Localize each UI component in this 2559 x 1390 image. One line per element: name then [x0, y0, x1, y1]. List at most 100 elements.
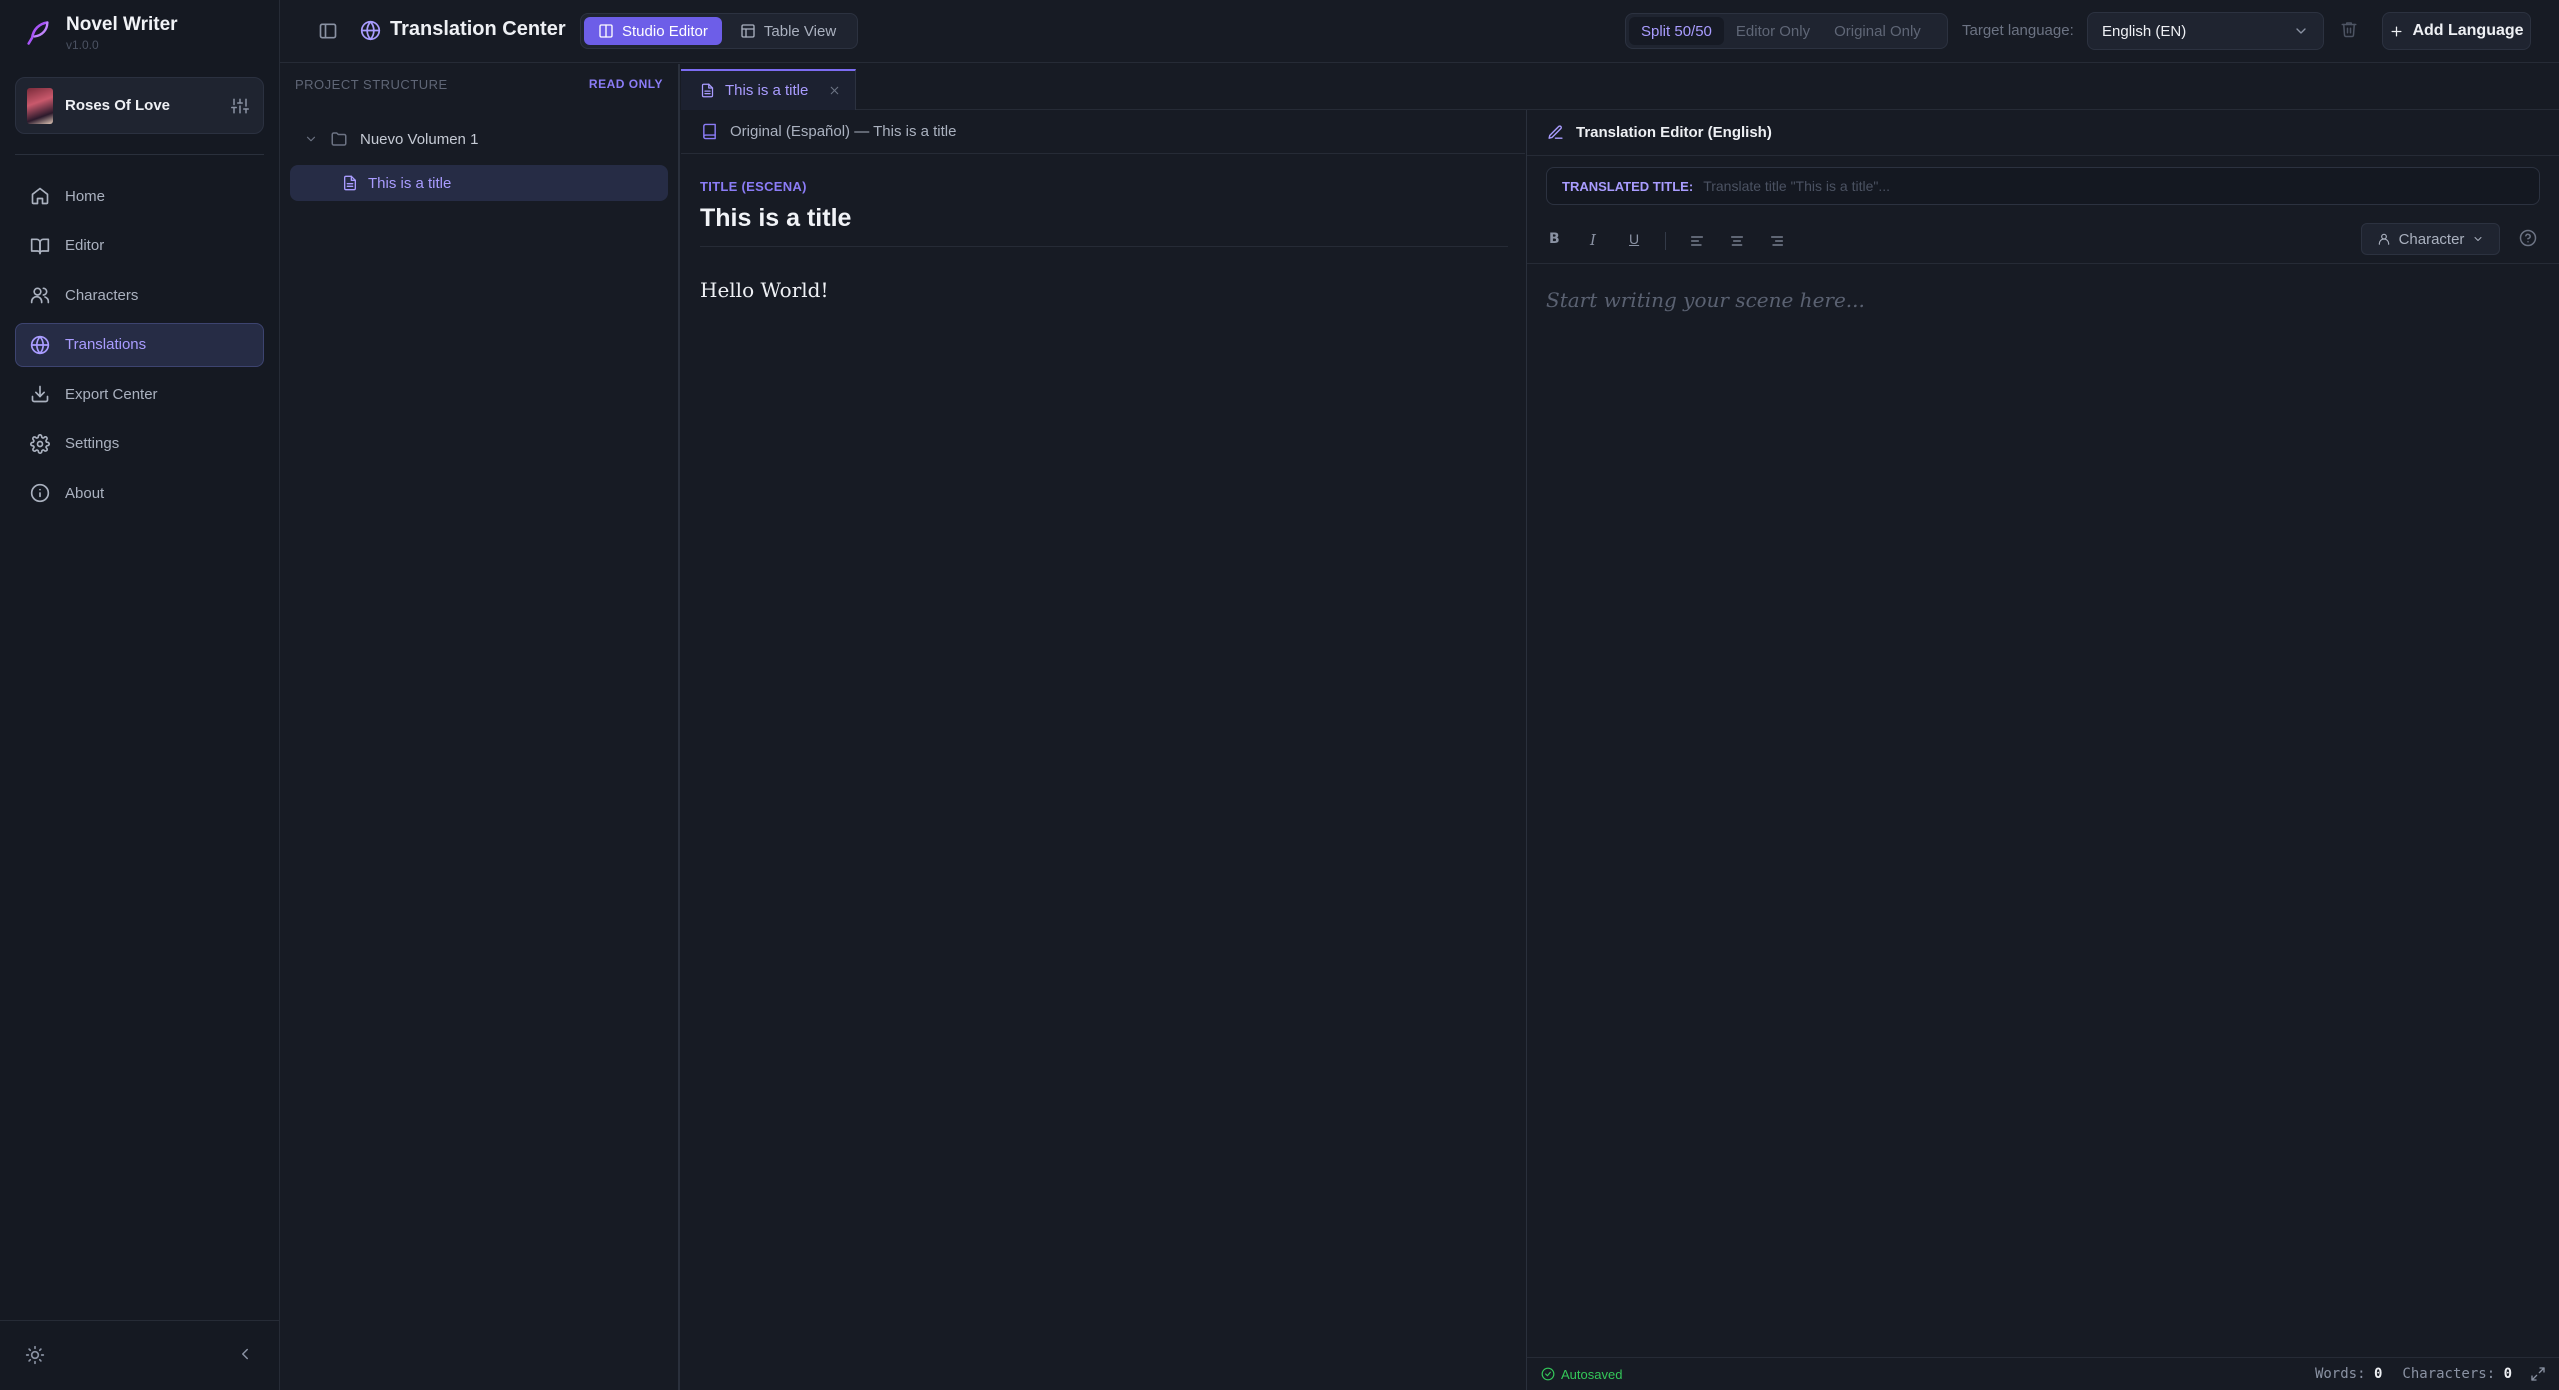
users-icon	[30, 285, 50, 305]
target-language-value: English (EN)	[2102, 22, 2187, 40]
plus-icon	[2389, 24, 2404, 39]
sidebar-item-home[interactable]: Home	[15, 174, 264, 218]
open-file-tab-label: This is a title	[725, 82, 809, 99]
file-text-icon	[700, 83, 715, 98]
sidebar-item-label: Home	[65, 187, 106, 205]
chevron-left-icon[interactable]	[236, 1345, 254, 1363]
home-icon	[30, 186, 50, 206]
info-icon	[30, 483, 50, 503]
characters-count: 0	[2503, 1366, 2512, 1382]
add-language-label: Add Language	[2412, 22, 2524, 39]
sidebar-item-translations[interactable]: Translations	[15, 322, 264, 367]
original-header: Original (Español) — This is a title	[681, 110, 1525, 154]
pencil-icon	[1547, 124, 1564, 141]
volume-label: Nuevo Volumen 1	[360, 130, 479, 148]
autosave-label: Autosaved	[1561, 1366, 1623, 1382]
translation-pane: Translation Editor (English) TRANSLATED …	[1526, 110, 2559, 1390]
trash-icon[interactable]	[2340, 20, 2358, 38]
tab-studio-editor[interactable]: Studio Editor	[584, 17, 722, 45]
original-scene-body: Hello World!	[700, 278, 829, 302]
sidebar-toggle-icon[interactable]	[318, 21, 338, 41]
feather-logo-icon	[24, 18, 52, 52]
italic-button[interactable]: I	[1590, 231, 1596, 249]
layout-original-only-button[interactable]: Original Only	[1822, 17, 1933, 45]
title-divider	[700, 246, 1508, 247]
translated-title-label: TRANSLATED TITLE:	[1562, 178, 1694, 194]
original-pane: This is a title Original (Español) — Thi…	[681, 64, 2559, 1390]
tab-table-view[interactable]: Table View	[726, 17, 850, 45]
layout-switch: Split 50/50 Editor Only Original Only	[1625, 13, 1948, 49]
help-circle-icon[interactable]	[2519, 229, 2537, 247]
translated-title-field[interactable]: TRANSLATED TITLE:	[1546, 167, 2540, 205]
sidebar-divider	[15, 154, 264, 155]
chevron-down-icon	[2472, 233, 2484, 245]
target-language-label: Target language:	[1962, 22, 2074, 39]
book-icon	[701, 123, 718, 140]
sidebar-item-label: Translations	[65, 336, 147, 353]
translation-editor-area[interactable]: Start writing your scene here...	[1546, 288, 2540, 1338]
chevron-down-icon[interactable]	[304, 132, 318, 146]
original-scene-title: This is a title	[700, 204, 852, 232]
gear-icon	[30, 433, 50, 454]
autosave-status: Autosaved	[1541, 1367, 1622, 1382]
editor-tab-strip: This is a title	[681, 64, 2559, 110]
align-center-icon[interactable]	[1729, 233, 1745, 249]
sidebar-item-label: Settings	[65, 435, 120, 452]
character-button-label: Character	[2398, 230, 2465, 248]
translated-title-input[interactable]	[1703, 178, 2539, 194]
read-only-badge: READ ONLY	[588, 77, 663, 91]
sidebar-item-settings[interactable]: Settings	[15, 422, 264, 466]
layout-split-button[interactable]: Split 50/50	[1629, 17, 1724, 45]
sidebar-item-editor[interactable]: Editor	[15, 224, 264, 268]
align-left-icon[interactable]	[1689, 233, 1705, 249]
sidebar-item-label: Editor	[65, 237, 105, 254]
tab-label: Table View	[763, 22, 837, 40]
open-file-tab[interactable]: This is a title	[681, 69, 856, 110]
sidebar-item-characters[interactable]: Characters	[15, 273, 264, 317]
status-bar: Autosaved Words: 0 Characters: 0	[1527, 1357, 2559, 1390]
app-name: Novel Writer	[66, 14, 178, 35]
bold-button[interactable]: B	[1549, 231, 1560, 247]
words-count: 0	[2373, 1366, 2383, 1382]
align-right-icon[interactable]	[1769, 233, 1785, 249]
app-version: v1.0.0	[66, 38, 99, 52]
sidebar-footer-divider	[0, 1320, 280, 1321]
tree-volume-item[interactable]: Nuevo Volumen 1	[304, 130, 478, 148]
sidebar-item-label: About	[65, 484, 105, 502]
scene-type-label: TITLE (ESCENA)	[700, 179, 807, 194]
download-icon	[30, 384, 50, 404]
sidebar-nav: Home Editor Characters Translations Expo…	[15, 174, 264, 521]
underline-button[interactable]: U	[1629, 231, 1639, 247]
tree-scene-item[interactable]: This is a title	[290, 165, 668, 201]
translation-header-label: Translation Editor (English)	[1576, 124, 1772, 141]
sidebar: Novel Writer v1.0.0 Roses Of Love Home E…	[0, 0, 280, 1390]
character-insert-button[interactable]: Character	[2361, 223, 2500, 255]
sliders-icon[interactable]	[231, 97, 249, 115]
book-icon	[30, 236, 50, 256]
target-language-select[interactable]: English (EN)	[2087, 12, 2324, 50]
globe-icon	[30, 335, 50, 355]
project-structure-panel: PROJECT STRUCTURE READ ONLY Nuevo Volume…	[280, 64, 680, 1390]
characters-label: Characters:	[2402, 1366, 2496, 1382]
original-header-label: Original (Español) — This is a title	[730, 123, 957, 140]
table-icon	[740, 23, 756, 39]
translation-header: Translation Editor (English)	[1527, 110, 2559, 156]
columns-icon	[598, 23, 614, 39]
file-text-icon	[342, 175, 358, 191]
user-icon	[2377, 232, 2391, 246]
sidebar-item-about[interactable]: About	[15, 471, 264, 515]
folder-icon	[330, 130, 348, 148]
sidebar-item-export-center[interactable]: Export Center	[15, 372, 264, 416]
word-character-counts: Words: 0 Characters: 0	[2315, 1366, 2512, 1382]
toolbar-divider	[1665, 232, 1666, 250]
layout-editor-only-button[interactable]: Editor Only	[1724, 17, 1822, 45]
check-circle-icon	[1541, 1367, 1555, 1381]
tab-label: Studio Editor	[622, 22, 708, 40]
add-language-button[interactable]: Add Language	[2382, 12, 2531, 50]
close-icon[interactable]	[828, 84, 841, 97]
expand-icon[interactable]	[2530, 1366, 2546, 1382]
project-selector[interactable]: Roses Of Love	[15, 77, 264, 134]
sun-icon[interactable]	[25, 1345, 45, 1365]
globe-icon	[360, 20, 381, 41]
scene-label: This is a title	[368, 174, 452, 192]
